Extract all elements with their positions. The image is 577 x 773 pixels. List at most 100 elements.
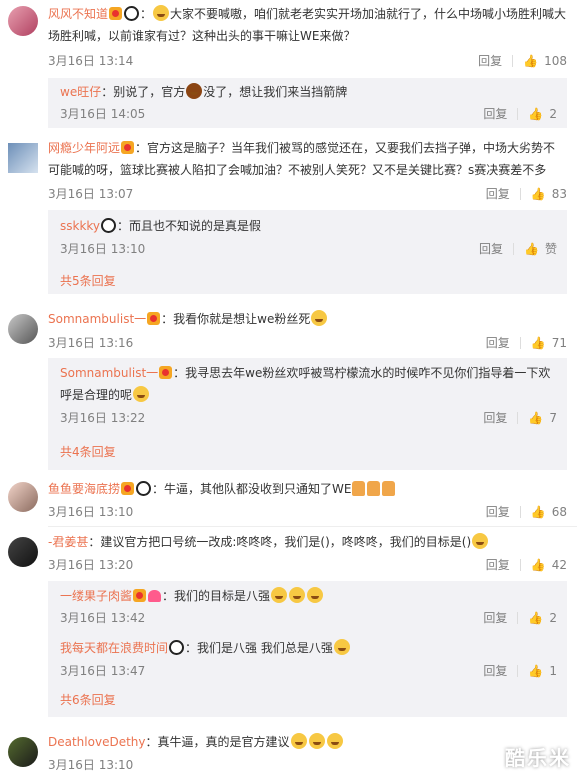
vip-badge-icon — [133, 589, 147, 602]
like-button[interactable]: 👍 108 — [523, 52, 567, 70]
timestamp: 3月16日 13:10 — [48, 758, 134, 772]
smile-emoji-icon — [308, 733, 325, 749]
like-button[interactable]: 👍 68 — [531, 503, 567, 521]
username[interactable]: -君姜甚 — [48, 535, 88, 549]
reply-button[interactable]: 回复 — [483, 609, 507, 627]
comment-text: 风风不知道：大家不要喊嗷，咱们就老老实实开场加油就行了，什么中场喊小场胜利喊大场… — [48, 5, 567, 43]
reply-button[interactable]: 回复 — [483, 662, 507, 680]
username[interactable]: 我每天都在浪费时间 — [60, 641, 168, 655]
horse-emoji-icon — [186, 83, 203, 99]
shocked-emoji-icon — [472, 533, 489, 549]
vip-badge-icon — [121, 141, 135, 154]
reply-button[interactable]: 回复 — [478, 52, 502, 70]
comment-text: Somnambulist一 ：我看你就是想让we粉丝死 — [48, 308, 567, 330]
username[interactable]: Somnambulist一 — [48, 312, 146, 326]
avatar[interactable] — [8, 143, 38, 173]
timestamp: 3月16日 13:10 — [60, 242, 146, 256]
watermark: 酷乐米 — [505, 746, 571, 770]
like-button[interactable]: 👍 1 — [528, 662, 557, 680]
reply-thread: we旺仔：别说了，官方 没了，想让我们来当挡箭牌 3月16日 14:05 回复 👍… — [48, 78, 567, 128]
comment-meta: 3月16日 13:10 回复 👍 68 — [48, 503, 567, 521]
username[interactable]: sskkky — [60, 219, 100, 233]
timestamp: 3月16日 13:07 — [48, 187, 134, 201]
more-replies-link[interactable]: 共4条回复 — [60, 443, 116, 461]
reply-button[interactable]: 回复 — [486, 556, 510, 574]
timestamp: 3月16日 13:20 — [48, 558, 134, 572]
more-replies-link[interactable]: 共5条回复 — [60, 272, 116, 290]
shocked-emoji-icon — [307, 587, 324, 603]
reply-button[interactable]: 回复 — [479, 240, 503, 258]
reply-button[interactable]: 回复 — [483, 105, 507, 123]
comment-text: 鱼鱼要海底捞 ：牛逼，其他队都没收到只通知了WE — [48, 478, 567, 500]
reply-button[interactable]: 回复 — [486, 334, 510, 352]
vip-badge-icon — [147, 312, 161, 325]
avatar[interactable] — [8, 537, 38, 567]
comment-meta: 3月16日 13:07 回复 👍 83 — [48, 185, 567, 203]
heart-emoji-icon — [148, 590, 162, 602]
username[interactable]: Somnambulist一 — [60, 366, 158, 380]
thumb-up-icon: 👍 — [528, 664, 544, 678]
thumb-up-icon: 👍 — [530, 505, 546, 519]
username[interactable]: 鱼鱼要海底捞 — [48, 482, 120, 496]
more-replies-link[interactable]: 共6条回复 — [60, 691, 116, 709]
reply-text: 我每天都在浪费时间 ：我们是八强 我们总是八强 — [60, 637, 557, 659]
thumb-up-icon: 👍 — [530, 336, 546, 350]
reply-text: sskkky ：而且也不知说的是真是假 — [60, 218, 262, 233]
thumb-up-icon: 👍 — [524, 242, 539, 256]
reply-button[interactable]: 回复 — [486, 503, 510, 521]
username[interactable]: 一缕果子肉酱 — [60, 589, 132, 603]
vip-badge-icon — [121, 482, 135, 495]
panda-emoji-icon — [169, 640, 185, 655]
avatar[interactable] — [8, 6, 38, 36]
like-button[interactable]: 👍 83 — [531, 185, 567, 203]
reply-meta: 3月16日 13:47 回复 👍 1 — [60, 662, 557, 680]
thumb-up-icon: 👍 — [530, 187, 546, 201]
avatar[interactable] — [8, 314, 38, 344]
reply-text: we旺仔：别说了，官方 没了，想让我们来当挡箭牌 — [60, 83, 348, 99]
thumb-up-icon: 👍 — [528, 107, 544, 121]
grin-emoji-icon — [271, 587, 288, 603]
reply-button[interactable]: 回复 — [486, 185, 510, 203]
like-button[interactable]: 👍 2 — [528, 105, 557, 123]
comment-text: -君姜甚：建议官方把口号统一改成:咚咚咚，我们是()，咚咚咚，我们的目标是() — [48, 531, 567, 553]
username[interactable]: 风风不知道 — [48, 7, 108, 21]
timestamp: 3月16日 13:42 — [60, 611, 146, 625]
smile-emoji-icon — [290, 733, 307, 749]
avatar[interactable] — [8, 482, 38, 512]
smile-emoji-icon — [153, 5, 170, 21]
reply-meta: 3月16日 14:05 回复 👍 2 — [60, 105, 557, 123]
reply-thread: Somnambulist一 ：我寻思去年we粉丝欢呼被骂柠檬流水的时候咋不见你们指… — [48, 358, 567, 470]
timestamp: 3月16日 13:16 — [48, 336, 134, 350]
username[interactable]: we旺仔 — [60, 85, 101, 99]
grin-emoji-icon — [311, 310, 328, 326]
timestamp: 3月16日 14:05 — [60, 107, 146, 121]
reply-thread: 一缕果子肉酱 ：我们的目标是八强 3月16日 13:42 回复 👍 2 我每天都在浪… — [48, 581, 567, 717]
thumbs-up-emoji-icon — [352, 481, 366, 496]
shocked-emoji-icon — [333, 639, 350, 655]
thumbs-up-emoji-icon — [382, 481, 396, 496]
panda-emoji-icon — [101, 218, 117, 233]
reply-button[interactable]: 回复 — [483, 409, 507, 427]
reply-text: 一缕果子肉酱 ：我们的目标是八强 — [60, 585, 557, 607]
comment-meta: 3月16日 13:10 — [48, 756, 567, 773]
like-button[interactable]: 👍 42 — [531, 556, 567, 574]
like-button[interactable]: 👍 2 — [528, 609, 557, 627]
reply-meta: 3月16日 13:10 回复 👍 赞 — [60, 240, 557, 258]
comment-text: 网瘾少年阿远 ：官方这是脑子？当年我们被骂的感觉还在，又要我们去挡子弹，中场大劣势… — [48, 141, 556, 177]
username[interactable]: 网瘾少年阿远 — [48, 141, 120, 155]
comment-meta: 3月16日 13:14 回复 👍 108 — [48, 52, 567, 70]
like-button[interactable]: 👍 7 — [528, 409, 557, 427]
like-button[interactable]: 👍 赞 — [524, 240, 557, 258]
comment-meta: 3月16日 13:20 回复 👍 42 — [48, 556, 567, 574]
thumbs-up-emoji-icon — [367, 481, 381, 496]
like-button[interactable]: 👍 71 — [531, 334, 567, 352]
vip-badge-icon — [109, 7, 123, 20]
timestamp: 3月16日 13:10 — [48, 505, 134, 519]
comment-meta: 3月16日 13:16 回复 👍 71 — [48, 334, 567, 352]
smile-emoji-icon — [326, 733, 343, 749]
thumb-up-icon: 👍 — [530, 558, 546, 572]
grin-emoji-icon — [133, 386, 150, 402]
reply-text: Somnambulist一 ：我寻思去年we粉丝欢呼被骂柠檬流水的时候咋不见你们指… — [60, 366, 551, 402]
avatar[interactable] — [8, 737, 38, 767]
username[interactable]: DeathloveDethy — [48, 735, 145, 749]
